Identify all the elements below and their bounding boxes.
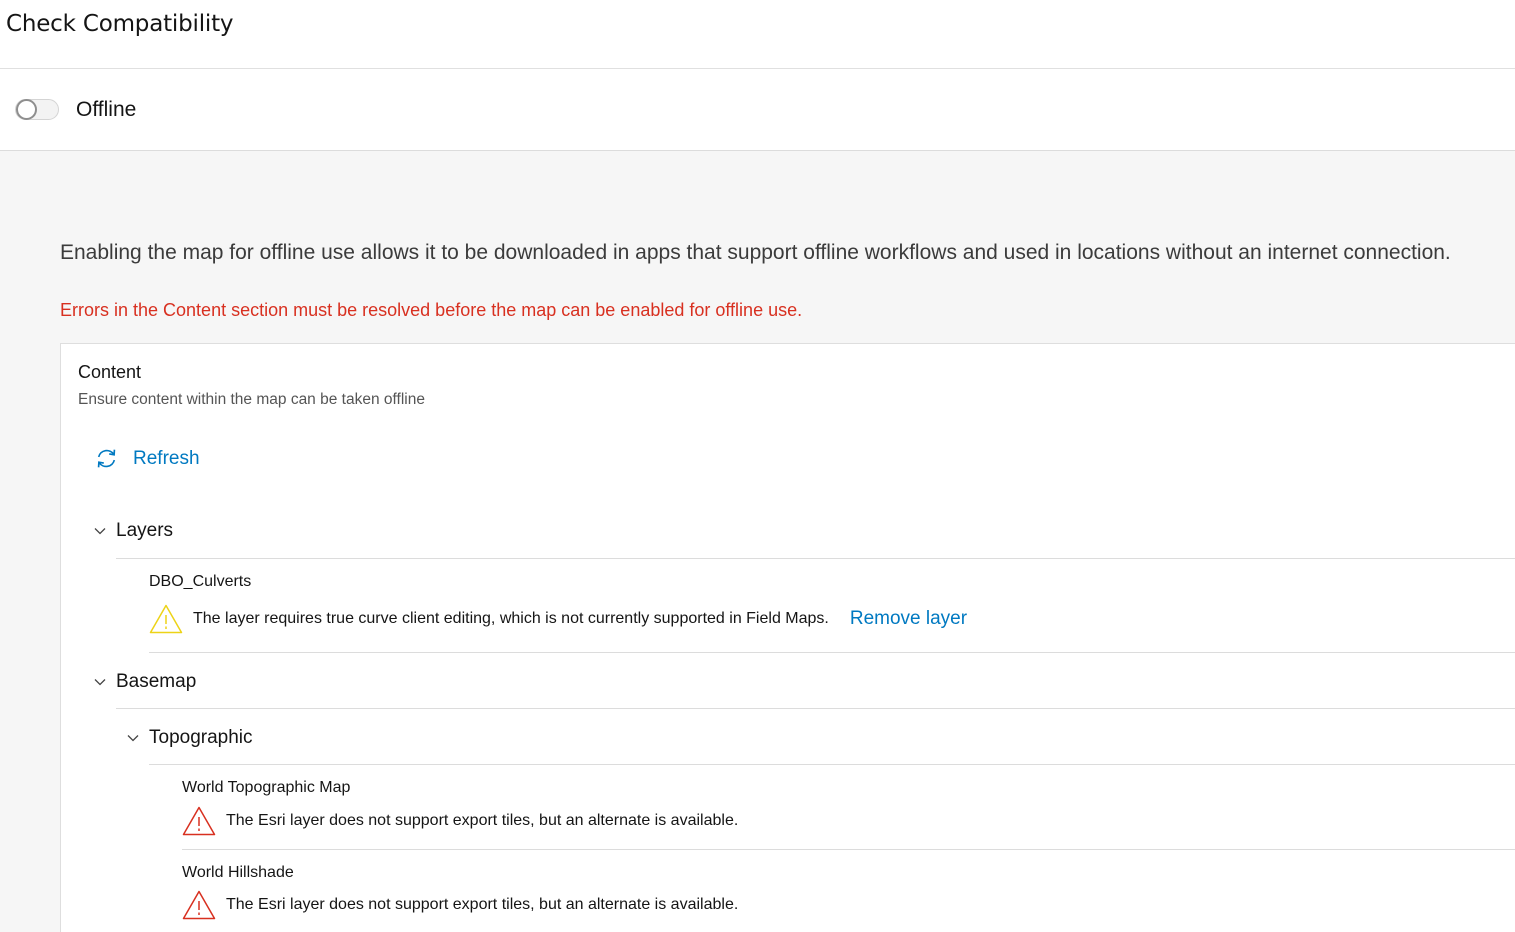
basemap-message: The Esri layer does not support export t… [226, 896, 739, 913]
divider [116, 558, 1515, 559]
refresh-label: Refresh [133, 447, 200, 469]
basemap-layer-name: World Hillshade [182, 864, 294, 881]
layers-section-toggle[interactable]: Layers [93, 520, 173, 542]
content-description: Ensure content within the map can be tak… [78, 391, 425, 408]
refresh-button[interactable]: Refresh [94, 446, 200, 471]
header: Check Compatibility [0, 0, 1515, 69]
check-compatibility-page: Check Compatibility Offline Enabling the… [0, 0, 1515, 932]
content-title: Content [78, 362, 142, 382]
topographic-section-toggle[interactable]: Topographic [126, 727, 253, 749]
topographic-label: Topographic [149, 727, 253, 748]
offline-label: Offline [76, 97, 137, 121]
layers-label: Layers [116, 520, 174, 541]
basemap-message-row: The Esri layer does not support export t… [182, 890, 738, 920]
content-card: Content Ensure content within the map ca… [60, 343, 1515, 932]
basemap-label: Basemap [116, 671, 197, 692]
page-title: Check Compatibility [6, 11, 234, 37]
layer-message: The layer requires true curve client edi… [193, 610, 829, 627]
divider [182, 849, 1515, 850]
basemap-layer-name: World Topographic Map [182, 779, 351, 796]
divider [116, 708, 1515, 709]
basemap-message-row: The Esri layer does not support export t… [182, 806, 738, 836]
chevron-down-icon [94, 679, 106, 686]
divider [149, 764, 1515, 765]
basemap-section-toggle[interactable]: Basemap [93, 671, 196, 693]
offline-switch[interactable] [15, 99, 59, 120]
offline-toggle-row: Offline [0, 69, 1515, 151]
switch-knob [16, 99, 37, 120]
divider [149, 652, 1515, 653]
chevron-down-icon [94, 528, 106, 535]
error-triangle-icon [182, 806, 216, 836]
error-message: Errors in the Content section must be re… [60, 300, 803, 320]
warning-triangle-icon [149, 604, 183, 634]
refresh-icon [97, 449, 116, 468]
basemap-message: The Esri layer does not support export t… [226, 812, 739, 829]
remove-layer-link[interactable]: Remove layer [850, 608, 967, 630]
intro-text: Enabling the map for offline use allows … [60, 241, 1451, 264]
error-triangle-icon [182, 890, 216, 920]
chevron-down-icon [127, 735, 139, 742]
layer-name: DBO_Culverts [149, 573, 252, 590]
layer-message-row: The layer requires true curve client edi… [149, 604, 967, 634]
main-panel: Enabling the map for offline use allows … [0, 151, 1515, 932]
